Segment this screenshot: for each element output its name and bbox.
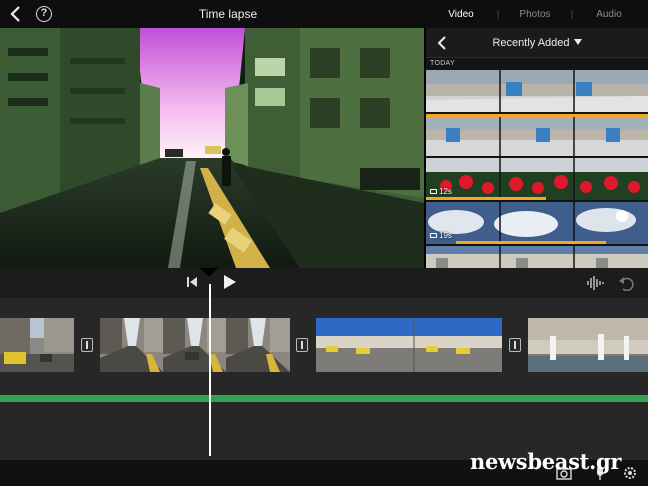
timeline[interactable] [0, 268, 648, 460]
gear-icon[interactable] [622, 465, 638, 481]
viewer-frame [0, 28, 424, 268]
clip-thumbnails [426, 246, 648, 268]
timeline-clip[interactable] [528, 318, 648, 372]
video-viewer[interactable] [0, 28, 424, 268]
timeline-clip[interactable] [100, 318, 290, 372]
timeline-clip[interactable] [316, 318, 502, 372]
watermark-logo: newsbeast.gr [470, 449, 622, 474]
used-indicator [426, 197, 546, 200]
media-browser: Recently Added TODAY 12s 19s [426, 28, 648, 268]
clip-thumbnails [426, 70, 648, 112]
browser-clip[interactable]: 19s [426, 202, 648, 244]
browser-header: Recently Added [426, 28, 648, 58]
browser-clip[interactable] [426, 70, 648, 112]
undo-icon[interactable] [618, 275, 634, 291]
clip-duration: 19s [430, 231, 452, 240]
video-camera-icon [430, 189, 437, 194]
browser-clip[interactable] [426, 114, 648, 156]
audio-waveform-icon[interactable] [586, 275, 604, 291]
clip-thumbnail [528, 318, 648, 372]
tab-video[interactable]: Video [428, 9, 494, 20]
browser-clip[interactable]: 12s [426, 158, 648, 200]
transition-button[interactable] [296, 338, 308, 352]
timeline-controls [0, 268, 648, 298]
clip-thumbnails [426, 114, 648, 156]
clip-thumbnail [0, 318, 74, 372]
caret-down-icon [573, 39, 582, 45]
album-title: Recently Added [492, 37, 570, 49]
used-indicator [426, 114, 648, 117]
skip-to-start-icon[interactable] [187, 276, 197, 288]
audio-track[interactable] [0, 395, 648, 402]
media-type-tabs: Video | Photos | Audio [428, 0, 648, 28]
browser-clip[interactable] [426, 246, 648, 268]
clip-thumbnails [426, 158, 648, 200]
tab-separator: | [570, 9, 574, 19]
timeline-clip[interactable] [0, 318, 74, 372]
chevron-left-icon[interactable] [436, 35, 448, 51]
album-selector[interactable]: Recently Added [426, 28, 648, 58]
video-camera-icon [430, 233, 437, 238]
top-bar: ? Time lapse Video | Photos | Audio [0, 0, 648, 28]
clip-duration: 12s [430, 187, 452, 196]
play-icon[interactable] [223, 274, 237, 290]
tab-separator: | [496, 9, 500, 19]
project-title: Time lapse [198, 7, 258, 21]
transition-button[interactable] [81, 338, 93, 352]
tab-audio[interactable]: Audio [576, 9, 642, 20]
clip-thumbnail [100, 318, 290, 372]
playhead-marker [200, 268, 218, 277]
clip-thumbnail [316, 318, 502, 372]
clip-thumbnails [426, 202, 648, 244]
playhead[interactable] [209, 284, 211, 456]
used-indicator [456, 241, 606, 244]
tab-photos[interactable]: Photos [502, 9, 568, 20]
transition-button[interactable] [509, 338, 521, 352]
section-label: TODAY [430, 60, 455, 67]
